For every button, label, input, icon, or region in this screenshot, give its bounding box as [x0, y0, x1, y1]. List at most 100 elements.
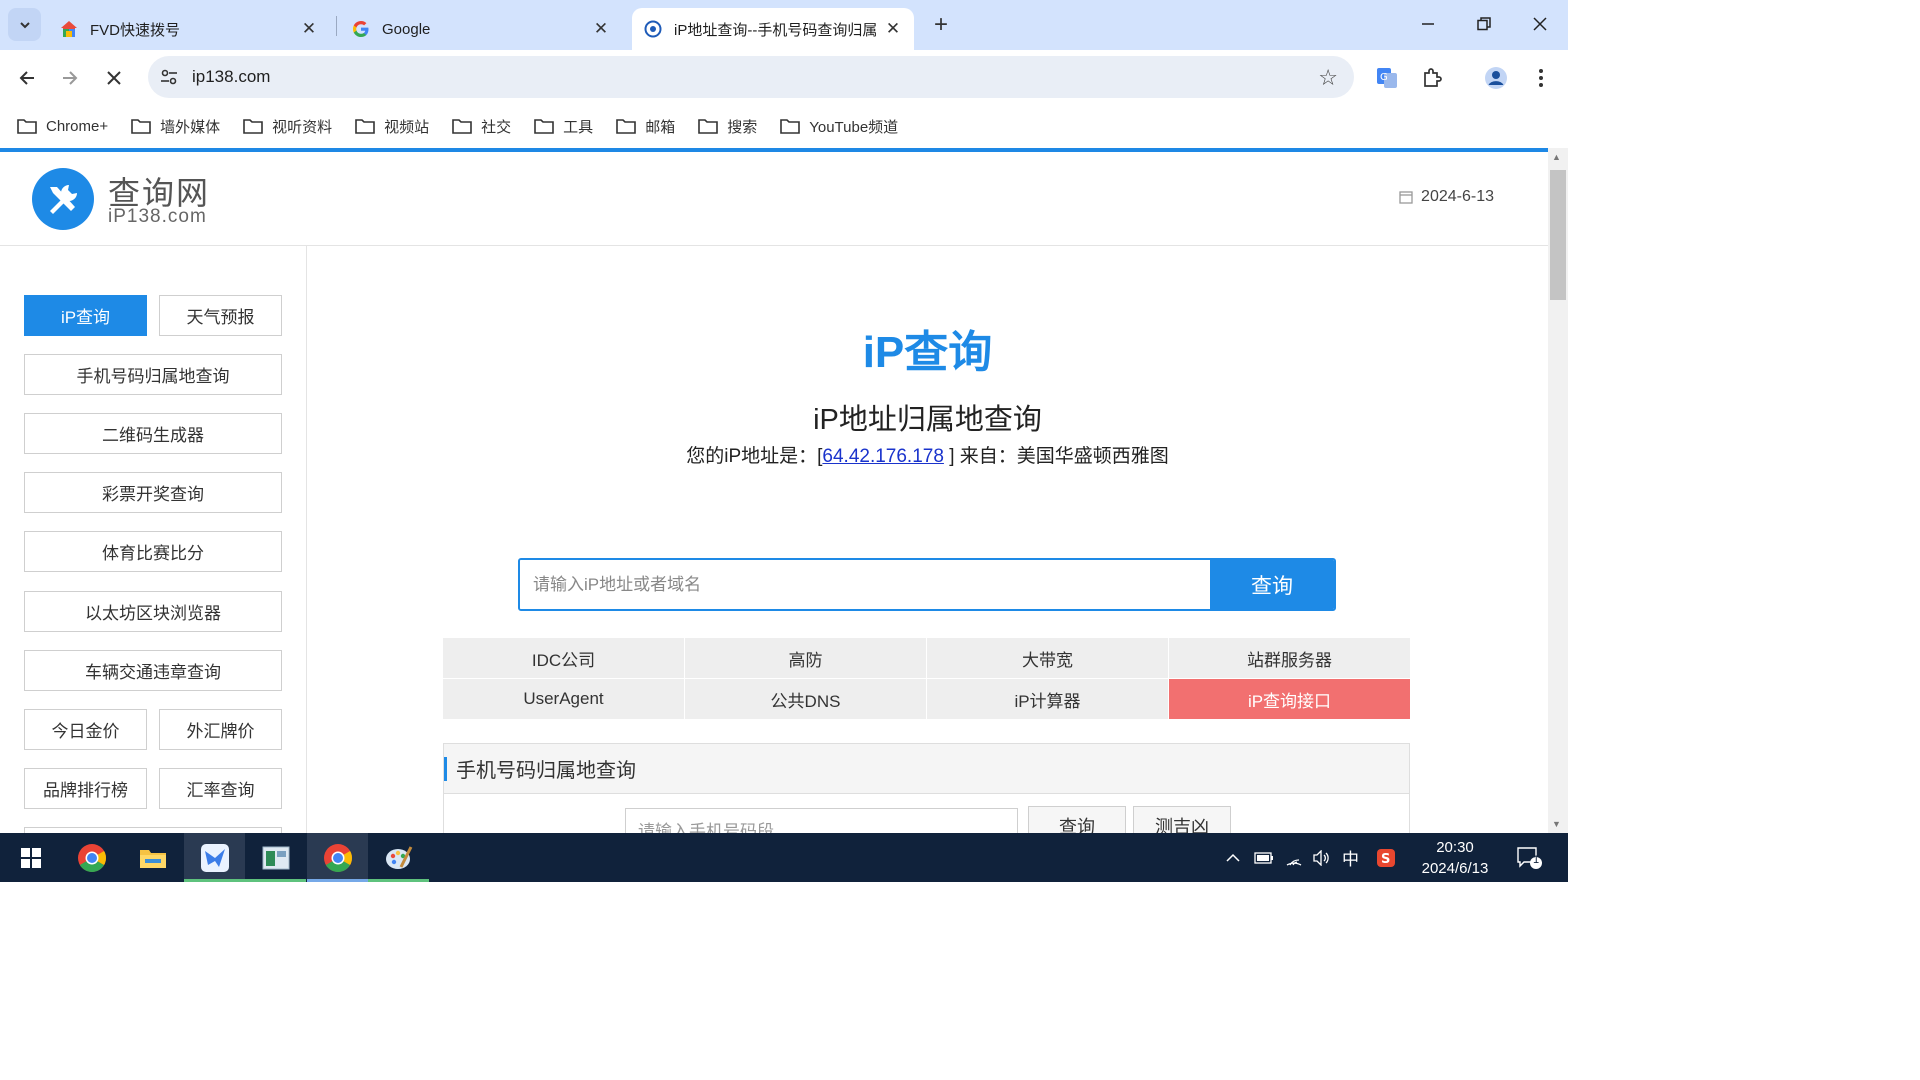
sidebar-item-exchange-rate[interactable]: 汇率查询 [159, 768, 282, 809]
taskbar-chrome-active[interactable] [307, 833, 368, 882]
bookmark-folder[interactable]: Chrome+ [17, 118, 108, 135]
clock[interactable]: 20:30 2024/6/13 [1410, 837, 1500, 879]
restore-button[interactable] [1456, 0, 1512, 48]
bookmark-folder[interactable]: 工具 [534, 116, 593, 137]
tray-network[interactable] [1285, 833, 1303, 882]
quick-link-bandwidth[interactable]: 大带宽 [927, 638, 1168, 678]
site-info-icon[interactable] [158, 66, 180, 88]
page-scrollbar[interactable]: ▲ ▼ [1548, 148, 1568, 833]
running-indicator [245, 879, 306, 882]
sidebar-item-brand-ranking[interactable]: 品牌排行榜 [24, 768, 147, 809]
chevron-up-icon [1226, 853, 1240, 862]
quick-link-ddos[interactable]: 高防 [685, 638, 926, 678]
bookmark-label: 社交 [481, 118, 512, 136]
bookmark-label: 视频站 [384, 118, 430, 136]
new-tab-button[interactable]: + [926, 10, 956, 40]
sidebar-item-forex[interactable]: 外汇牌价 [159, 709, 282, 750]
bookmark-folder[interactable]: 邮箱 [616, 116, 675, 137]
sidebar-item-gold-price[interactable]: 今日金价 [24, 709, 147, 750]
sidebar-item-traffic[interactable]: 车辆交通违章查询 [24, 650, 282, 691]
bookmark-label: YouTube频道 [809, 118, 899, 136]
forward-button[interactable] [54, 62, 86, 94]
page-heading: iP查询 [862, 328, 993, 377]
sogou-input-icon: S [1377, 848, 1395, 867]
quick-link-useragent[interactable]: UserAgent [443, 679, 684, 719]
close-tab-icon[interactable]: ✕ [592, 19, 610, 39]
browser-toolbar: ip138.com ☆ G [0, 50, 1568, 106]
sidebar-item-ethereum[interactable]: 以太坊区块浏览器 [24, 591, 282, 632]
tab-search-button[interactable] [8, 8, 41, 41]
quick-link-ip-calculator[interactable]: iP计算器 [927, 679, 1168, 719]
folder-icon [17, 119, 37, 134]
tray-battery[interactable] [1254, 833, 1274, 882]
bookmark-folder[interactable]: 社交 [452, 116, 511, 137]
tray-sogou[interactable]: S [1376, 833, 1396, 882]
tab-ip138[interactable]: iP地址查询--手机号码查询归属 ✕ [632, 8, 914, 50]
scrollbar-thumb[interactable] [1550, 170, 1566, 300]
site-logo[interactable] [32, 168, 94, 230]
quick-link-ip-api[interactable]: iP查询接口 [1169, 679, 1410, 719]
ip138-icon [644, 20, 662, 38]
ip-search-input[interactable] [520, 560, 1210, 609]
stop-loading-icon [107, 71, 121, 85]
site-subtitle: iP138.com [108, 206, 207, 227]
tab-google[interactable]: Google ✕ [340, 8, 622, 50]
restore-icon [1477, 17, 1491, 31]
sidebar-item-qrcode[interactable]: 二维码生成器 [24, 413, 282, 454]
address-bar[interactable]: ip138.com ☆ [148, 56, 1354, 98]
start-button[interactable] [0, 833, 61, 882]
ip-address-link[interactable]: 64.42.176.178 [822, 446, 944, 467]
taskbar-chrome[interactable] [61, 833, 122, 882]
quick-link-public-dns[interactable]: 公共DNS [685, 679, 926, 719]
close-tab-icon[interactable]: ✕ [884, 19, 902, 39]
profile-button[interactable] [1482, 64, 1510, 92]
minimize-button[interactable] [1400, 0, 1456, 48]
translate-button[interactable]: G [1373, 64, 1401, 92]
action-center[interactable]: 1 [1516, 833, 1542, 882]
site-header: 查询网 iP138.com 2024-6-13 [0, 152, 1548, 246]
phone-input[interactable]: 请输入手机号码段 [625, 808, 1018, 833]
tab-fvd[interactable]: FVD快速拨号 ✕ [48, 8, 330, 50]
close-tab-icon[interactable]: ✕ [300, 19, 318, 39]
bookmark-folder[interactable]: 墙外媒体 [131, 116, 220, 137]
bookmarks-bar: Chrome+ 墙外媒体 视听资料 视频站 社交 工具 邮箱 搜索 YouTube频道 [0, 106, 1568, 146]
bookmark-folder[interactable]: YouTube频道 [780, 116, 898, 137]
taskbar-paint[interactable] [368, 833, 429, 882]
stop-button[interactable] [98, 62, 130, 94]
extensions-button[interactable] [1418, 64, 1446, 92]
quick-link-cluster-server[interactable]: 站群服务器 [1169, 638, 1410, 678]
sidebar-item-phone-lookup[interactable]: 手机号码归属地查询 [24, 354, 282, 395]
tray-ime[interactable]: 中 [1342, 833, 1359, 882]
taskbar-app-swift[interactable] [184, 833, 245, 882]
close-icon [1533, 17, 1547, 31]
taskbar-app-window[interactable] [245, 833, 306, 882]
google-icon [352, 20, 370, 38]
scroll-down-icon[interactable]: ▼ [1552, 819, 1561, 829]
bookmark-folder[interactable]: 视听资料 [243, 116, 332, 137]
bookmark-star-icon[interactable]: ☆ [1318, 65, 1338, 91]
main-content: iP查询 iP地址归属地查询 您的iP地址是：[64.42.176.178 ] … [307, 246, 1548, 833]
menu-button[interactable] [1527, 64, 1555, 92]
page-subheading: iP地址归属地查询 [813, 404, 1042, 436]
back-button[interactable] [11, 62, 43, 94]
scroll-up-icon[interactable]: ▲ [1552, 152, 1561, 162]
sidebar-item-sports[interactable]: 体育比赛比分 [24, 531, 282, 572]
tray-volume[interactable] [1312, 833, 1330, 882]
sidebar-item-weather[interactable]: 天气预报 [159, 295, 282, 336]
puzzle-icon [1424, 68, 1442, 87]
sidebar-item-lottery[interactable]: 彩票开奖查询 [24, 472, 282, 513]
phone-fortune-button[interactable]: 测吉凶 [1133, 806, 1231, 833]
windows-logo-icon [20, 847, 41, 868]
ip-search-button[interactable]: 查询 [1210, 560, 1334, 609]
folder-icon [131, 119, 151, 134]
close-window-button[interactable] [1512, 0, 1568, 48]
show-hidden-icons[interactable] [1225, 833, 1241, 882]
bookmark-label: 搜索 [727, 118, 758, 136]
url-text[interactable]: ip138.com [192, 67, 270, 87]
taskbar-file-explorer[interactable] [122, 833, 183, 882]
bookmark-folder[interactable]: 视频站 [355, 116, 429, 137]
sidebar-item-ip-query[interactable]: iP查询 [24, 295, 147, 336]
bookmark-folder[interactable]: 搜索 [698, 116, 757, 137]
phone-query-button[interactable]: 查询 [1028, 806, 1126, 833]
quick-link-idc[interactable]: IDC公司 [443, 638, 684, 678]
